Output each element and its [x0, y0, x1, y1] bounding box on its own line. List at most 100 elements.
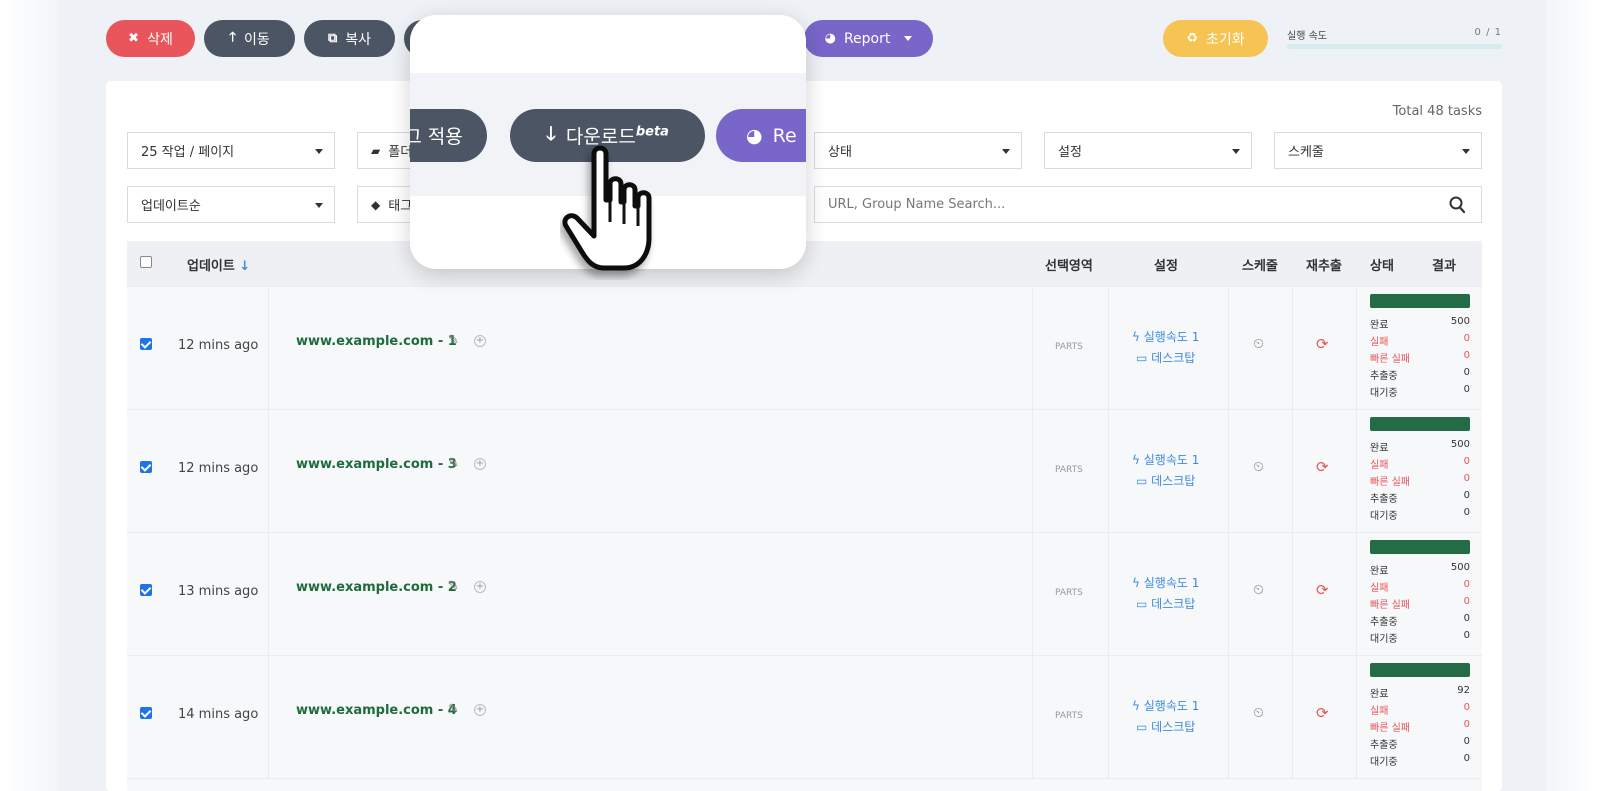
speed-progress: [1287, 44, 1502, 49]
arrow-up-icon: 🡑: [229, 29, 236, 45]
popup-report-button[interactable]: ◕ Re: [716, 109, 806, 162]
timer-icon[interactable]: ⏲: [1253, 582, 1264, 598]
left-shade: [0, 0, 58, 791]
row-checkbox[interactable]: [140, 584, 152, 596]
close-icon: ✖: [128, 31, 140, 46]
header-selection: 선택영역: [1045, 259, 1093, 274]
header-update[interactable]: 업데이트 ↓: [187, 255, 250, 274]
tag-icon: ◆: [371, 197, 381, 212]
plus-circle-icon[interactable]: +: [474, 335, 486, 347]
refresh-icon[interactable]: ⟳: [1316, 458, 1329, 476]
row-time: 12 mins ago: [178, 338, 259, 353]
status-bar: [1370, 663, 1470, 677]
row-url-link[interactable]: www.example.com - 3: [296, 457, 457, 472]
row-url-link[interactable]: www.example.com - 4: [296, 703, 457, 718]
edit-icon[interactable]: ✎: [448, 579, 459, 594]
row-device: ▭ 데스크탑: [1136, 597, 1196, 611]
pie-chart-icon: ◕: [746, 124, 763, 147]
chevron-down-icon: [1232, 149, 1240, 154]
column-divider: [1292, 286, 1293, 791]
chevron-down-icon: [1002, 149, 1010, 154]
chevron-down-icon: [315, 203, 323, 208]
status-bar: [1370, 294, 1470, 308]
folder-select[interactable]: ▰ 폴더: [357, 132, 417, 169]
row-time: 13 mins ago: [178, 584, 259, 599]
chevron-down-icon: [904, 36, 913, 41]
row-device: ▭ 데스크탑: [1136, 720, 1196, 734]
tag-select[interactable]: ◆ 태그: [357, 186, 417, 223]
bolt-icon: ϟ: [1132, 453, 1144, 467]
column-divider: [1032, 286, 1033, 791]
edit-icon[interactable]: ✎: [448, 333, 459, 348]
row-device: ▭ 데스크탑: [1136, 474, 1196, 488]
row-parts: PARTS: [1055, 588, 1083, 598]
row-checkbox[interactable]: [140, 461, 152, 473]
reset-button[interactable]: ♻ 초기화: [1163, 20, 1268, 57]
move-button[interactable]: 🡑 이동: [204, 20, 295, 57]
column-divider: [268, 286, 269, 791]
plus-circle-icon[interactable]: +: [474, 704, 486, 716]
row-parts: PARTS: [1055, 342, 1083, 352]
row-checkbox[interactable]: [140, 338, 152, 350]
row-speed: ϟ 실행속도 1: [1132, 576, 1200, 590]
pie-chart-icon: ◕: [824, 31, 836, 46]
chevron-down-icon: [315, 149, 323, 154]
settings-select[interactable]: 설정: [1044, 132, 1252, 169]
search-icon[interactable]: [1449, 196, 1465, 214]
edit-icon[interactable]: ✎: [448, 702, 459, 717]
desktop-icon: ▭: [1136, 597, 1152, 611]
column-divider: [1228, 286, 1229, 791]
status-select[interactable]: 상태: [814, 132, 1022, 169]
status-bar: [1370, 417, 1470, 431]
header-result: 결과: [1432, 259, 1456, 274]
folder-icon: ▰: [371, 143, 381, 158]
arrow-down-icon: 🡓: [546, 122, 556, 145]
column-divider: [1356, 286, 1357, 791]
bolt-icon: ϟ: [1132, 576, 1144, 590]
column-divider: [1108, 286, 1109, 791]
bolt-icon: ϟ: [1132, 699, 1144, 713]
table-row[interactable]: [127, 778, 1482, 791]
refresh-icon[interactable]: ⟳: [1316, 581, 1329, 599]
header-schedule: 스케줄: [1242, 259, 1278, 274]
select-all-checkbox[interactable]: [140, 256, 152, 268]
refresh-icon[interactable]: ⟳: [1316, 335, 1329, 353]
row-checkbox[interactable]: [140, 707, 152, 719]
search-input[interactable]: URL, Group Name Search...: [814, 186, 1482, 223]
desktop-icon: ▭: [1136, 720, 1152, 734]
row-time: 14 mins ago: [178, 707, 259, 722]
row-speed: ϟ 실행속도 1: [1132, 330, 1200, 344]
row-parts: PARTS: [1055, 711, 1083, 721]
row-parts: PARTS: [1055, 465, 1083, 475]
plus-circle-icon[interactable]: +: [474, 458, 486, 470]
total-count: Total 48 tasks: [1392, 104, 1482, 119]
refresh-icon[interactable]: ⟳: [1316, 704, 1329, 722]
header-settings: 설정: [1154, 259, 1178, 274]
edit-icon[interactable]: ✎: [448, 456, 459, 471]
timer-icon[interactable]: ⏲: [1253, 336, 1264, 352]
sort-down-icon: ↓: [239, 259, 251, 274]
copy-icon: ⧉: [327, 31, 338, 46]
row-speed: ϟ 실행속도 1: [1132, 453, 1200, 467]
report-button[interactable]: ◕ Report: [804, 20, 933, 57]
sort-select[interactable]: 업데이트순: [127, 186, 335, 223]
bolt-icon: ϟ: [1132, 330, 1144, 344]
hand-pointer-icon: [562, 145, 652, 271]
delete-button[interactable]: ✖ 삭제: [106, 20, 195, 57]
popup-tag-apply-button[interactable]: 그 적용: [410, 109, 487, 162]
schedule-select[interactable]: 스케줄: [1274, 132, 1482, 169]
row-device: ▭ 데스크탑: [1136, 351, 1196, 365]
row-url-link[interactable]: www.example.com - 2: [296, 580, 457, 595]
row-url-link[interactable]: www.example.com - 1: [296, 334, 457, 349]
copy-button[interactable]: ⧉ 복사: [304, 20, 395, 57]
header-status: 상태: [1370, 259, 1394, 274]
speed-count: 0 / 1: [1474, 27, 1502, 38]
chevron-down-icon: [1462, 149, 1470, 154]
status-bar: [1370, 540, 1470, 554]
header-reextract: 재추출: [1306, 259, 1342, 274]
timer-icon[interactable]: ⏲: [1253, 459, 1264, 475]
plus-circle-icon[interactable]: +: [474, 581, 486, 593]
right-shade: [1546, 0, 1600, 791]
timer-icon[interactable]: ⏲: [1253, 705, 1264, 721]
per-page-select[interactable]: 25 작업 / 페이지: [127, 132, 335, 169]
